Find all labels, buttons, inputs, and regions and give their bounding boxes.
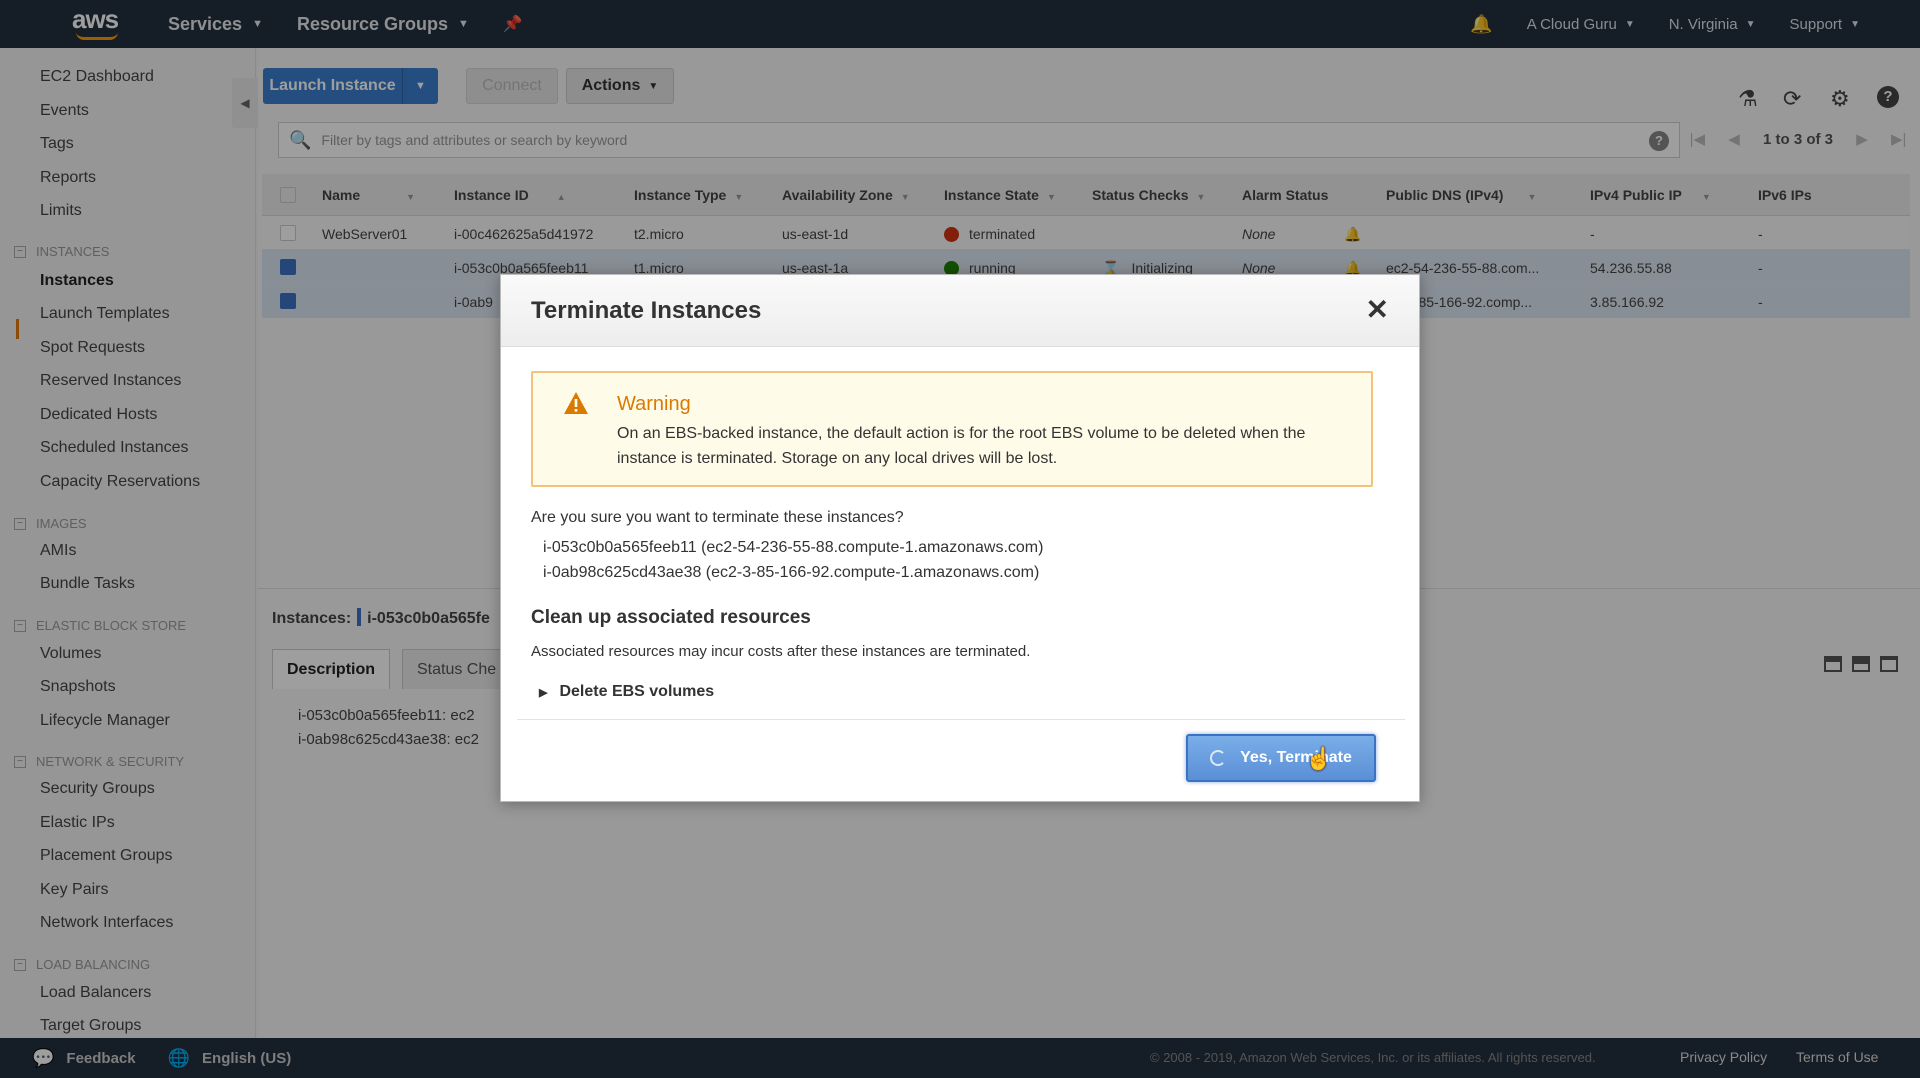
instance-to-terminate: i-0ab98c625cd43ae38 (ec2-3-85-166-92.com… — [543, 564, 1040, 581]
instance-to-terminate: i-053c0b0a565feeb11 (ec2-54-236-55-88.co… — [543, 539, 1044, 556]
dialog-title: Terminate Instances — [531, 297, 762, 324]
warning-box: Warning On an EBS-backed instance, the d… — [531, 371, 1373, 487]
warning-title: Warning — [617, 393, 691, 415]
warning-body: On an EBS-backed instance, the default a… — [617, 425, 1306, 467]
warning-icon — [564, 392, 588, 414]
caret-right-icon: ▶ — [539, 686, 548, 699]
cleanup-note: Associated resources may incur costs aft… — [531, 643, 1031, 660]
cleanup-heading: Clean up associated resources — [531, 607, 811, 628]
mouse-pointer-icon: ☝ — [1305, 746, 1333, 771]
dialog-divider — [517, 719, 1405, 720]
dialog-header: Terminate Instances ✕ — [501, 275, 1419, 347]
delete-ebs-volumes-toggle[interactable]: ▶ Delete EBS volumes — [539, 683, 714, 701]
yes-terminate-button[interactable]: Yes, Terminate — [1186, 734, 1376, 782]
confirm-question: Are you sure you want to terminate these… — [531, 509, 904, 526]
close-icon[interactable]: ✕ — [1366, 293, 1389, 326]
terminate-instances-dialog: Terminate Instances ✕ Warning On an EBS-… — [500, 274, 1420, 802]
spinner-icon — [1210, 750, 1227, 766]
